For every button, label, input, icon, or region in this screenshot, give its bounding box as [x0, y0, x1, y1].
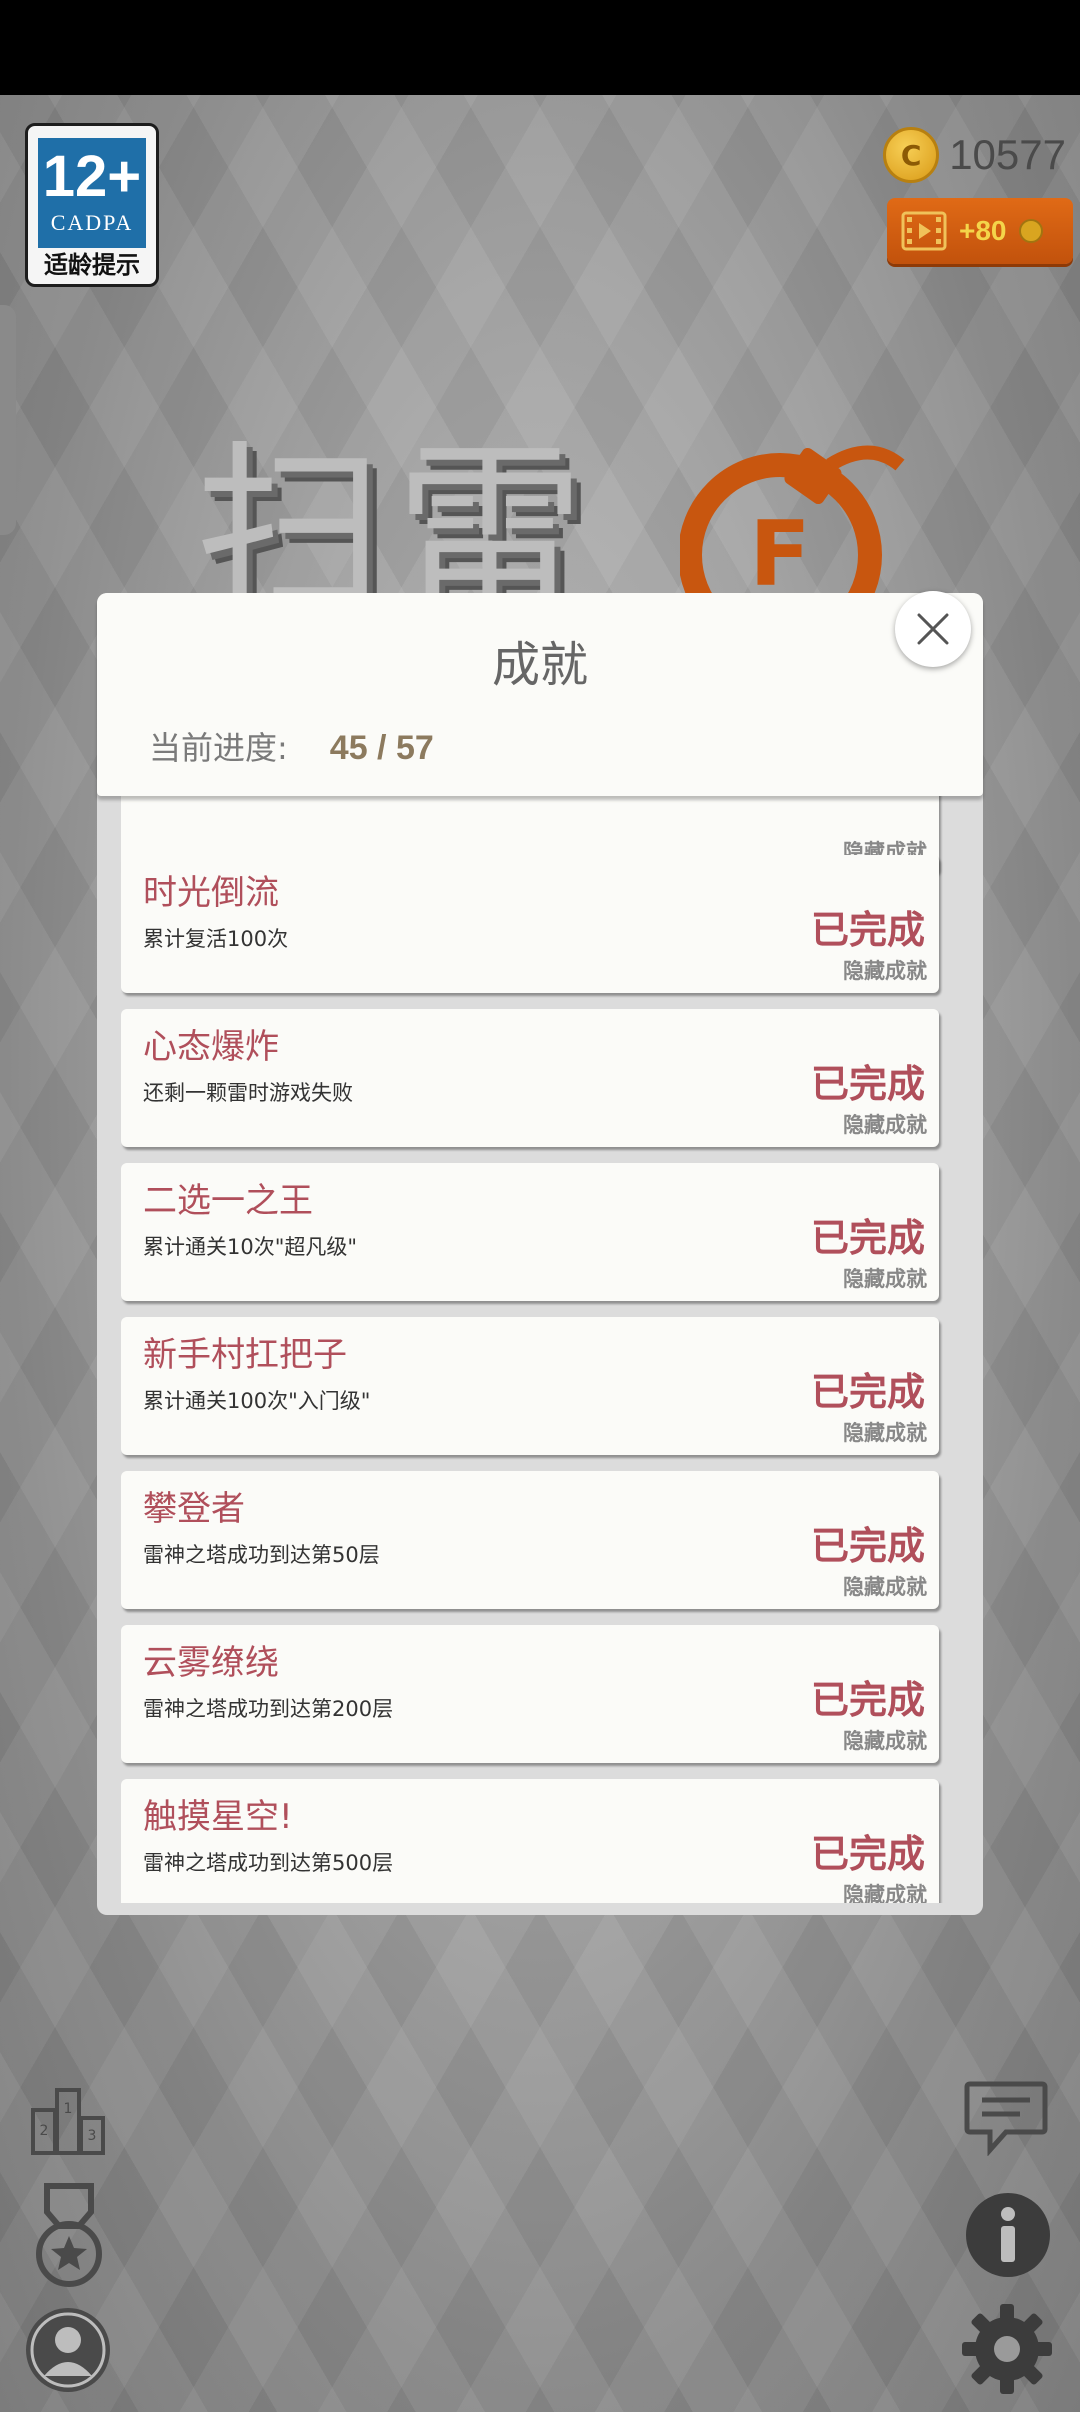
small-coin-icon [1018, 219, 1043, 243]
coin-amount: 10577 [949, 131, 1066, 178]
achievement-desc: 雷神之塔成功到达第200层 [143, 1697, 394, 1721]
achievement-status: 已完成 [810, 1524, 925, 1568]
close-button[interactable] [895, 591, 971, 667]
achievement-tag: 隐藏成就 [843, 1575, 927, 1599]
achievement-tag: 隐藏成就 [843, 1421, 927, 1445]
progress-row: 当前进度: 45 / 57 [149, 723, 434, 769]
achievement-list[interactable]: 隐藏成就 时光倒流 累计复活100次 已完成 隐藏成就 心态爆炸 还剩一颗雷时游… [97, 796, 983, 1903]
status-bar [0, 0, 1080, 95]
bomb-logo-letter: F [749, 502, 810, 607]
achievement-card[interactable]: 攀登者 雷神之塔成功到达第50层 已完成 隐藏成就 [121, 1471, 939, 1609]
close-icon [917, 613, 949, 645]
progress-label: 当前进度: [149, 729, 288, 767]
achievement-desc: 雷神之塔成功到达第50层 [143, 1543, 380, 1567]
achievement-name: 新手村扛把子 [143, 1335, 347, 1375]
side-drawer-handle[interactable] [0, 305, 16, 535]
achievement-desc: 雷神之塔成功到达第500层 [143, 1851, 394, 1875]
age-rating-number: 12+ [42, 144, 142, 209]
coin-balance: C 10577 [883, 125, 1066, 185]
achievement-card[interactable]: 时光倒流 累计复活100次 已完成 隐藏成就 [121, 855, 939, 993]
achievement-desc: 累计通关100次"入门级" [143, 1389, 371, 1413]
bomb-logo-icon: F [680, 445, 905, 615]
achievement-card[interactable]: 二选一之王 累计通关10次"超凡级" 已完成 隐藏成就 [121, 1163, 939, 1301]
film-icon [901, 211, 947, 251]
dialog-header: 成就 当前进度: 45 / 57 [97, 591, 983, 796]
achievement-status: 已完成 [810, 1678, 925, 1722]
profile-icon[interactable] [24, 2306, 112, 2394]
achievement-name: 时光倒流 [143, 873, 279, 913]
achievement-tag: 隐藏成就 [843, 1267, 927, 1291]
gear-icon[interactable] [960, 2302, 1054, 2396]
achievement-status: 已完成 [810, 1216, 925, 1260]
watch-video-reward-button[interactable]: +80 [887, 198, 1073, 264]
achievement-tag: 隐藏成就 [843, 1113, 927, 1137]
achievement-desc: 累计复活100次 [143, 927, 289, 951]
achievement-tag: 隐藏成就 [843, 959, 927, 983]
svg-text:1: 1 [64, 2101, 73, 2117]
achievements-dialog: 成就 当前进度: 45 / 57 隐藏成就 时光倒流 累计复活100次 已完成 … [97, 591, 983, 1915]
achievement-desc: 还剩一颗雷时游戏失败 [143, 1081, 353, 1105]
achievement-status: 已完成 [810, 1832, 925, 1876]
achievement-desc: 累计通关10次"超凡级" [143, 1235, 358, 1259]
progress-value: 45 / 57 [329, 729, 434, 767]
achievement-card[interactable]: 心态爆炸 还剩一颗雷时游戏失败 已完成 隐藏成就 [121, 1009, 939, 1147]
leaderboard-podium-icon[interactable]: 2 1 3 [30, 2085, 106, 2155]
achievement-tag: 隐藏成就 [843, 1883, 927, 1903]
medal-icon[interactable] [33, 2182, 105, 2290]
age-rating-org: CADPA [50, 210, 134, 235]
achievement-card[interactable]: 触摸星空! 雷神之塔成功到达第500层 已完成 隐藏成就 [121, 1779, 939, 1903]
age-rating-tip: 适龄提示 [44, 251, 140, 279]
dialog-title: 成就 [491, 637, 588, 693]
svg-text:3: 3 [88, 2128, 97, 2144]
chat-icon[interactable] [964, 2080, 1048, 2156]
achievement-name: 心态爆炸 [143, 1027, 279, 1067]
achievement-status: 已完成 [810, 1062, 925, 1106]
achievement-card[interactable]: 云雾缭绕 雷神之塔成功到达第200层 已完成 隐藏成就 [121, 1625, 939, 1763]
achievement-name: 云雾缭绕 [143, 1643, 279, 1683]
info-icon[interactable] [965, 2192, 1051, 2278]
achievement-card[interactable]: 新手村扛把子 累计通关100次"入门级" 已完成 隐藏成就 [121, 1317, 939, 1455]
video-reward-amount: +80 [959, 215, 1007, 246]
coin-icon: C [883, 127, 940, 183]
achievement-name: 二选一之王 [143, 1181, 313, 1221]
achievement-name: 攀登者 [143, 1489, 245, 1529]
achievement-status: 已完成 [810, 1370, 925, 1414]
achievement-status: 已完成 [810, 908, 925, 952]
age-rating-badge[interactable]: 12+ CADPA 适龄提示 [25, 123, 159, 287]
achievement-tag: 隐藏成就 [843, 1729, 927, 1753]
svg-text:2: 2 [40, 2123, 49, 2139]
age-rating-block: 12+ CADPA [38, 138, 146, 248]
achievement-name: 触摸星空! [143, 1797, 293, 1837]
